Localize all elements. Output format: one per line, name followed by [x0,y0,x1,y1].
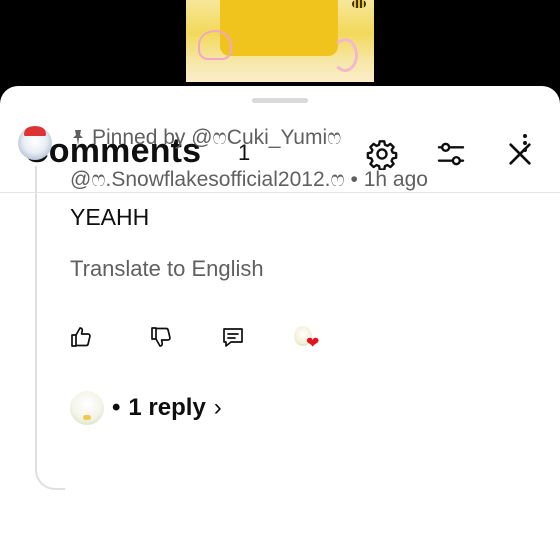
thumbnail-bee-shape [352,0,366,8]
video-thumbnail [186,0,374,82]
video-player[interactable] [0,0,560,100]
comment-text: YEAHH [70,204,150,230]
sliders-icon [437,142,465,166]
creator-heart: ❤ [294,326,322,354]
replies-count: 1 reply [128,394,206,421]
filter-button[interactable] [433,136,469,172]
settings-button[interactable] [364,136,400,172]
thumbs-up-icon [71,327,91,347]
translate-link[interactable]: Translate to English [70,256,264,282]
pinned-text: Pinned by @ෆCuki_Yumiෆ [92,126,342,149]
thumbs-down-icon [151,327,171,347]
pin-icon [73,130,83,146]
pinned-label: Pinned by @ෆCuki_Yumiෆ [70,126,341,150]
replies-bullet: • [112,394,121,421]
dislike-button[interactable] [146,322,176,352]
comment-more-button[interactable] [514,132,536,154]
thumbnail-yellow-shape [220,0,338,56]
comment-actions [0,322,560,358]
thumbnail-heart-shape [198,30,232,60]
header-divider [0,192,560,193]
avatar-hat-shape [24,126,46,136]
comment-author[interactable]: @ෆ.Snowflakesofficial2012.ෆ [70,168,345,191]
reply-avatar [70,391,104,425]
like-button[interactable] [66,322,96,352]
drag-handle[interactable] [252,98,308,103]
reply-icon [223,328,243,347]
comment-meta: @ෆ.Snowflakesofficial2012.ෆ • 1h ago [70,168,428,192]
view-replies-button[interactable]: • 1 reply › [70,390,222,426]
chevron-right-icon: › [213,394,222,421]
more-vertical-icon [523,134,527,138]
creator-heart-icon: ❤ [306,335,320,352]
commenter-avatar[interactable] [18,126,52,160]
thumbnail-swirl-shape [332,38,358,72]
meta-separator: • [350,168,358,191]
reply-button[interactable] [218,322,248,352]
comment-time: 1h ago [363,168,428,191]
gear-icon [366,140,398,170]
